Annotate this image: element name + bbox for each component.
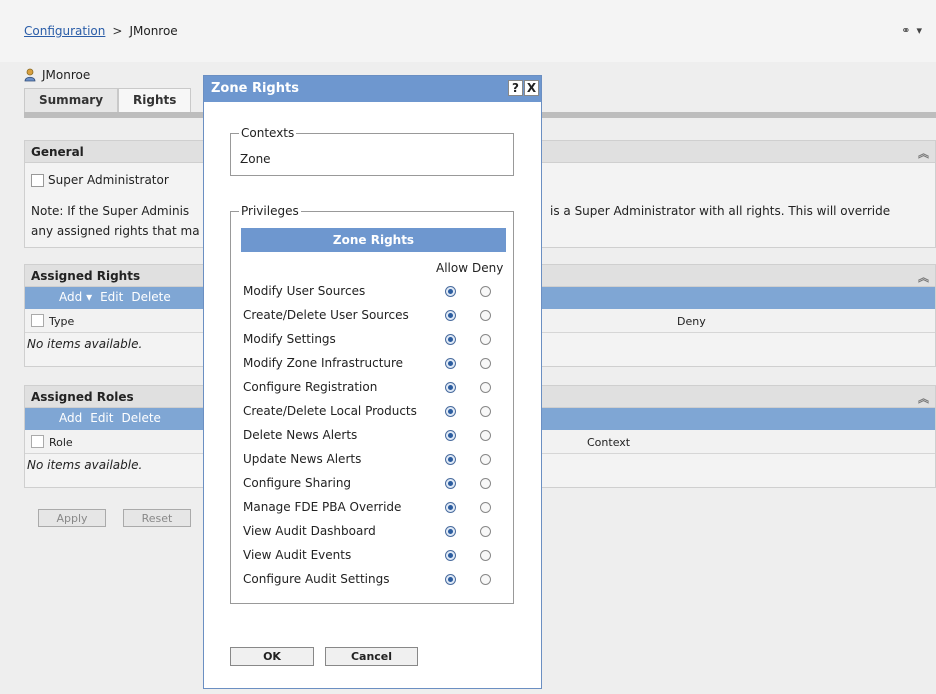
privilege-label: Configure Registration	[243, 380, 378, 394]
privilege-label: Configure Sharing	[243, 476, 352, 490]
top-bar: Configuration > JMonroe ⚭ ▾	[0, 0, 936, 62]
super-admin-checkbox[interactable]	[31, 173, 44, 187]
allow-radio[interactable]	[445, 574, 456, 585]
chevron-down-icon[interactable]: ▾	[916, 24, 922, 37]
allow-radio[interactable]	[445, 358, 456, 369]
deny-radio[interactable]	[480, 358, 491, 369]
user-icon	[24, 68, 38, 82]
privilege-label: Modify User Sources	[243, 284, 366, 298]
privilege-label: Delete News Alerts	[243, 428, 358, 442]
privilege-label: Manage FDE PBA Override	[243, 500, 402, 514]
collapse-up-icon[interactable]: ︽	[918, 390, 929, 406]
deny-radio[interactable]	[480, 550, 491, 561]
reset-button[interactable]: Reset	[123, 509, 191, 527]
contexts-legend: Contexts	[239, 126, 297, 140]
privilege-label: Create/Delete User Sources	[243, 308, 409, 322]
deny-radio[interactable]	[480, 502, 491, 513]
general-title: General	[31, 145, 84, 159]
breadcrumb: Configuration > JMonroe	[24, 24, 178, 38]
column-type[interactable]: Type	[49, 315, 74, 328]
roles-edit-button[interactable]: Edit	[90, 411, 113, 430]
privilege-label: View Audit Dashboard	[243, 524, 376, 538]
deny-radio[interactable]	[480, 286, 491, 297]
privileges-legend: Privileges	[239, 204, 301, 218]
allow-radio[interactable]	[445, 454, 456, 465]
allow-radio[interactable]	[445, 334, 456, 345]
link-icon[interactable]: ⚭	[901, 24, 910, 37]
privilege-label: Modify Settings	[243, 332, 336, 346]
deny-radio[interactable]	[480, 382, 491, 393]
dialog-title-buttons: ? X	[508, 80, 539, 96]
deny-radio[interactable]	[480, 526, 491, 537]
privilege-label: Create/Delete Local Products	[243, 404, 417, 418]
privilege-label: Modify Zone Infrastructure	[243, 356, 404, 370]
deny-radio[interactable]	[480, 478, 491, 489]
deny-radio[interactable]	[480, 430, 491, 441]
note-text-left-1: Note: If the Super Adminis	[31, 204, 190, 218]
zone-rights-table-header: Zone Rights	[241, 228, 506, 252]
note-text-right-1: is a Super Administrator with all rights…	[550, 204, 891, 218]
dialog-title: Zone Rights	[211, 81, 299, 96]
column-context[interactable]: Context	[587, 436, 630, 449]
top-right-menu[interactable]: ⚭ ▾	[901, 24, 922, 37]
allow-radio[interactable]	[445, 286, 456, 297]
allow-radio[interactable]	[445, 502, 456, 513]
deny-radio[interactable]	[480, 454, 491, 465]
breadcrumb-configuration-link[interactable]: Configuration	[24, 24, 105, 38]
allow-radio[interactable]	[445, 406, 456, 417]
allow-radio[interactable]	[445, 526, 456, 537]
super-admin-label: Super Administrator	[48, 173, 169, 187]
collapse-up-icon[interactable]: ︽	[918, 145, 929, 161]
deny-radio[interactable]	[480, 574, 491, 585]
help-icon[interactable]: ?	[508, 80, 523, 96]
super-admin-row: Super Administrator	[31, 173, 169, 187]
deny-column-label: Deny	[472, 261, 504, 275]
deny-radio[interactable]	[480, 406, 491, 417]
rights-delete-button[interactable]: Delete	[131, 290, 170, 309]
cancel-button[interactable]: Cancel	[325, 647, 418, 666]
roles-select-all-checkbox[interactable]	[31, 435, 44, 448]
rights-select-all-checkbox[interactable]	[31, 314, 44, 327]
context-value: Zone	[240, 152, 271, 166]
close-icon[interactable]: X	[524, 80, 539, 96]
ok-button[interactable]: OK	[230, 647, 314, 666]
user-name: JMonroe	[42, 68, 91, 82]
chevron-down-icon: ▾	[86, 290, 93, 304]
rights-edit-button[interactable]: Edit	[100, 290, 123, 309]
contexts-fieldset: Contexts Zone	[230, 126, 514, 176]
note-text-left-2: any assigned rights that ma	[31, 224, 200, 238]
allow-radio[interactable]	[445, 382, 456, 393]
allow-radio[interactable]	[445, 430, 456, 441]
rights-add-button[interactable]: Add ▾	[59, 290, 92, 309]
column-deny[interactable]: Deny	[677, 315, 706, 328]
privilege-label: View Audit Events	[243, 548, 352, 562]
privilege-label: Configure Audit Settings	[243, 572, 390, 586]
tab-bar: Summary Rights	[24, 88, 192, 112]
assigned-roles-title: Assigned Roles	[31, 390, 134, 404]
allow-radio[interactable]	[445, 550, 456, 561]
breadcrumb-separator: >	[112, 24, 123, 38]
tab-summary[interactable]: Summary	[24, 88, 119, 112]
apply-button[interactable]: Apply	[38, 509, 106, 527]
breadcrumb-current: JMonroe	[129, 24, 178, 38]
column-role[interactable]: Role	[49, 436, 73, 449]
roles-delete-button[interactable]: Delete	[121, 411, 160, 430]
allow-radio[interactable]	[445, 478, 456, 489]
zone-rights-dialog: Zone Rights ? X Contexts Zone Privileges…	[203, 75, 542, 689]
allow-radio[interactable]	[445, 310, 456, 321]
deny-radio[interactable]	[480, 334, 491, 345]
tab-rights[interactable]: Rights	[118, 88, 192, 112]
privilege-label: Update News Alerts	[243, 452, 362, 466]
allow-column-label: Allow	[436, 261, 469, 275]
page-title: JMonroe	[24, 68, 90, 82]
deny-radio[interactable]	[480, 310, 491, 321]
assigned-rights-title: Assigned Rights	[31, 269, 141, 283]
collapse-up-icon[interactable]: ︽	[918, 269, 929, 285]
roles-add-button[interactable]: Add	[59, 411, 82, 430]
dialog-title-bar: Zone Rights ? X	[204, 76, 541, 102]
